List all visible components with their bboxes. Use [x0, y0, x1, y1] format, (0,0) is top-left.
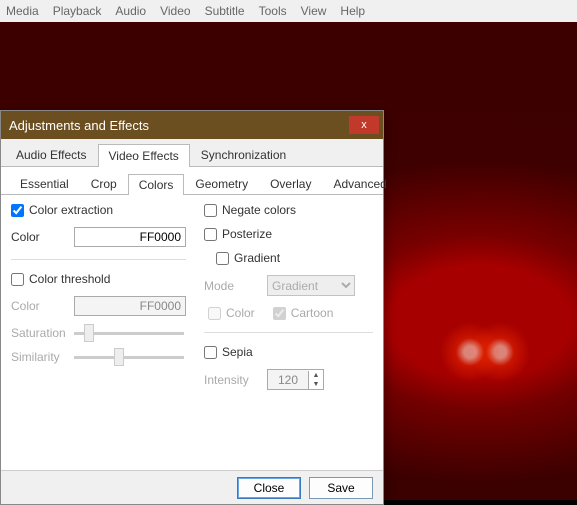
gradient-label: Gradient	[234, 251, 280, 265]
right-col: Negate colors Posterize Gradient Mode Gr…	[204, 203, 373, 462]
subtab-geometry[interactable]: Geometry	[184, 173, 259, 194]
color-threshold-input[interactable]	[11, 273, 24, 286]
color1-label: Color	[11, 230, 66, 244]
similarity-label: Similarity	[11, 350, 66, 364]
color2-input	[74, 296, 186, 316]
menu-help[interactable]: Help	[340, 4, 365, 18]
negate-input[interactable]	[204, 204, 217, 217]
posterize-checkbox[interactable]: Posterize	[204, 227, 373, 241]
menu-view[interactable]: View	[301, 4, 327, 18]
gradient-input[interactable]	[216, 252, 229, 265]
mode-select: Gradient	[267, 275, 355, 296]
spin-down-icon: ▼	[309, 380, 323, 389]
subtab-overlay[interactable]: Overlay	[259, 173, 322, 194]
menu-playback[interactable]: Playback	[53, 4, 102, 18]
intensity-label: Intensity	[204, 373, 259, 387]
color1-input[interactable]	[74, 227, 186, 247]
gradient-color-input	[208, 307, 221, 320]
menubar: Media Playback Audio Video Subtitle Tool…	[0, 0, 577, 22]
menu-subtitle[interactable]: Subtitle	[205, 4, 245, 18]
mode-label: Mode	[204, 279, 259, 293]
menu-media[interactable]: Media	[6, 4, 39, 18]
separator-right	[204, 332, 373, 333]
spin-up-icon: ▲	[309, 371, 323, 380]
posterize-label: Posterize	[222, 227, 272, 241]
sepia-label: Sepia	[222, 345, 253, 359]
color-threshold-label: Color threshold	[29, 272, 110, 286]
separator	[11, 259, 186, 260]
gradient-cartoon-checkbox: Cartoon	[273, 306, 334, 320]
button-bar: Close Save	[1, 470, 383, 504]
subtab-crop[interactable]: Crop	[80, 173, 128, 194]
subtab-advanced[interactable]: Advanced	[322, 173, 397, 194]
negate-checkbox[interactable]: Negate colors	[204, 203, 373, 217]
color-extraction-checkbox[interactable]: Color extraction	[11, 203, 186, 217]
adjustments-dialog: Adjustments and Effects x Audio Effects …	[0, 110, 384, 505]
sepia-input[interactable]	[204, 346, 217, 359]
gradient-cartoon-input	[273, 307, 286, 320]
left-col: Color extraction Color Color threshold C…	[11, 203, 186, 462]
gradient-color-label: Color	[226, 306, 255, 320]
gradient-color-checkbox: Color	[208, 306, 255, 320]
sepia-checkbox[interactable]: Sepia	[204, 345, 373, 359]
sub-tabs: Essential Crop Colors Geometry Overlay A…	[1, 167, 383, 195]
save-button[interactable]: Save	[309, 477, 373, 499]
colors-panel: Color extraction Color Color threshold C…	[1, 195, 383, 470]
tab-synchronization[interactable]: Synchronization	[190, 143, 297, 166]
similarity-slider	[74, 356, 184, 359]
negate-label: Negate colors	[222, 203, 296, 217]
posterize-input[interactable]	[204, 228, 217, 241]
color-extraction-label: Color extraction	[29, 203, 113, 217]
gradient-cartoon-label: Cartoon	[291, 306, 334, 320]
color2-label: Color	[11, 299, 66, 313]
color-threshold-checkbox[interactable]: Color threshold	[11, 272, 186, 286]
saturation-slider	[74, 332, 184, 335]
saturation-label: Saturation	[11, 326, 66, 340]
menu-video[interactable]: Video	[160, 4, 190, 18]
menu-audio[interactable]: Audio	[115, 4, 146, 18]
titlebar[interactable]: Adjustments and Effects x	[1, 111, 383, 139]
subtab-colors[interactable]: Colors	[128, 174, 185, 195]
close-icon[interactable]: x	[349, 116, 379, 134]
intensity-spinner: ▲ ▼	[267, 369, 324, 390]
subtab-essential[interactable]: Essential	[9, 173, 80, 194]
tab-video-effects[interactable]: Video Effects	[98, 144, 190, 167]
main-tabs: Audio Effects Video Effects Synchronizat…	[1, 139, 383, 167]
intensity-input	[268, 370, 308, 389]
close-button[interactable]: Close	[237, 477, 301, 499]
menu-tools[interactable]: Tools	[259, 4, 287, 18]
dialog-title: Adjustments and Effects	[9, 118, 149, 133]
gradient-checkbox[interactable]: Gradient	[216, 251, 373, 265]
tab-audio-effects[interactable]: Audio Effects	[5, 143, 98, 166]
color-extraction-input[interactable]	[11, 204, 24, 217]
